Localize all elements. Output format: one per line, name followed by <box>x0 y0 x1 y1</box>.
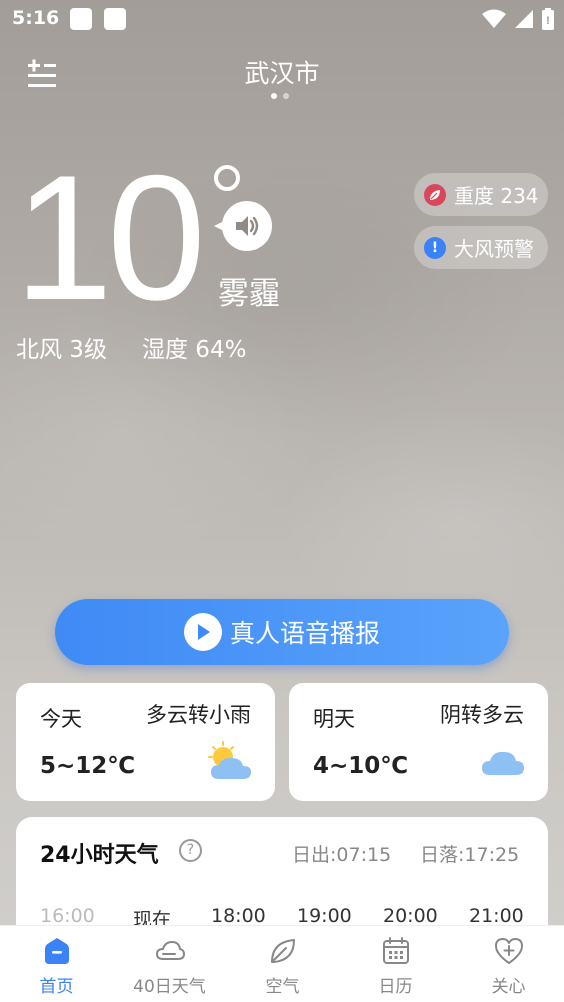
nav-item-air[interactable]: 空气 <box>226 926 339 1002</box>
nav-label: 首页 <box>39 977 74 997</box>
heart-plus-icon <box>495 938 523 964</box>
forecast-day: 今天 <box>40 707 82 731</box>
hour-label: 18:00 <box>211 905 266 927</box>
warning-label: 大风预警 <box>454 237 534 261</box>
weather-condition: 雾霾 <box>218 276 280 312</box>
page-dot <box>283 93 289 99</box>
weather-warning-badge[interactable]: ! 大风预警 <box>414 226 548 269</box>
hourly-title: 24小时天气 <box>40 843 159 868</box>
forecast-range: 4~10℃ <box>313 753 409 779</box>
speaker-icon <box>236 216 259 236</box>
voice-play-button[interactable] <box>214 201 272 251</box>
leaf-icon <box>271 939 295 963</box>
signal-icon <box>515 10 533 28</box>
current-temperature: 10 <box>14 138 206 337</box>
home-icon <box>45 938 69 964</box>
sunset-time: 日落:17:25 <box>420 844 520 866</box>
status-bar: 5:16 ! <box>0 0 564 38</box>
nav-item-home[interactable]: 首页 <box>0 926 113 1002</box>
alert-icon: ! <box>424 236 446 259</box>
air-quality-label: 重度 234 <box>454 184 539 208</box>
degree-symbol <box>214 165 240 191</box>
bottom-nav: 首页 40日天气 空气 日历 关心 <box>0 925 564 1002</box>
hour-label: 20:00 <box>383 905 438 927</box>
hour-label: 19:00 <box>297 905 352 927</box>
nav-label: 40日天气 <box>133 977 206 997</box>
svg-text:!: ! <box>546 15 550 27</box>
forecast-range: 5~12℃ <box>40 753 136 779</box>
voice-broadcast-label: 真人语音播报 <box>229 619 380 648</box>
voice-broadcast-button[interactable]: 真人语音播报 <box>55 599 509 665</box>
nav-item-calendar[interactable]: 日历 <box>339 926 452 1002</box>
city-name[interactable]: 武汉市 <box>0 54 564 90</box>
sunrise-time: 日出:07:15 <box>292 844 392 866</box>
help-icon[interactable]: ? <box>179 839 202 862</box>
wind-info: 北风 3级 <box>16 337 107 363</box>
calendar-icon <box>383 937 409 964</box>
leaf-icon <box>424 183 446 206</box>
nav-item-care[interactable]: 关心 <box>452 926 564 1002</box>
cloud-icon <box>155 940 185 960</box>
notification-icon <box>70 8 92 30</box>
hour-label: 21:00 <box>469 905 524 927</box>
notification-icon <box>104 8 126 30</box>
forecast-day: 明天 <box>313 707 355 731</box>
status-time: 5:16 <box>12 7 60 29</box>
nav-item-40-day[interactable]: 40日天气 <box>113 926 226 1002</box>
forecast-condition: 多云转小雨 <box>146 703 251 727</box>
wifi-icon <box>482 9 506 28</box>
nav-label: 空气 <box>265 977 300 997</box>
cloudy-icon <box>482 751 524 775</box>
forecast-card-tomorrow[interactable]: 明天 阴转多云 4~10℃ <box>289 683 548 801</box>
page-dot-active <box>271 93 277 99</box>
nav-label: 日历 <box>378 977 413 997</box>
hour-label: 16:00 <box>40 905 95 927</box>
forecast-card-today[interactable]: 今天 多云转小雨 5~12℃ <box>16 683 275 801</box>
air-quality-badge[interactable]: 重度 234 <box>414 173 548 216</box>
humidity-info: 湿度 64% <box>142 337 247 363</box>
nav-label: 关心 <box>491 977 526 997</box>
page-indicator <box>271 93 289 99</box>
play-icon <box>183 613 222 651</box>
partly-cloudy-icon <box>208 741 251 779</box>
status-indicators: ! <box>482 8 554 30</box>
battery-icon: ! <box>542 8 554 30</box>
forecast-condition: 阴转多云 <box>440 703 524 727</box>
